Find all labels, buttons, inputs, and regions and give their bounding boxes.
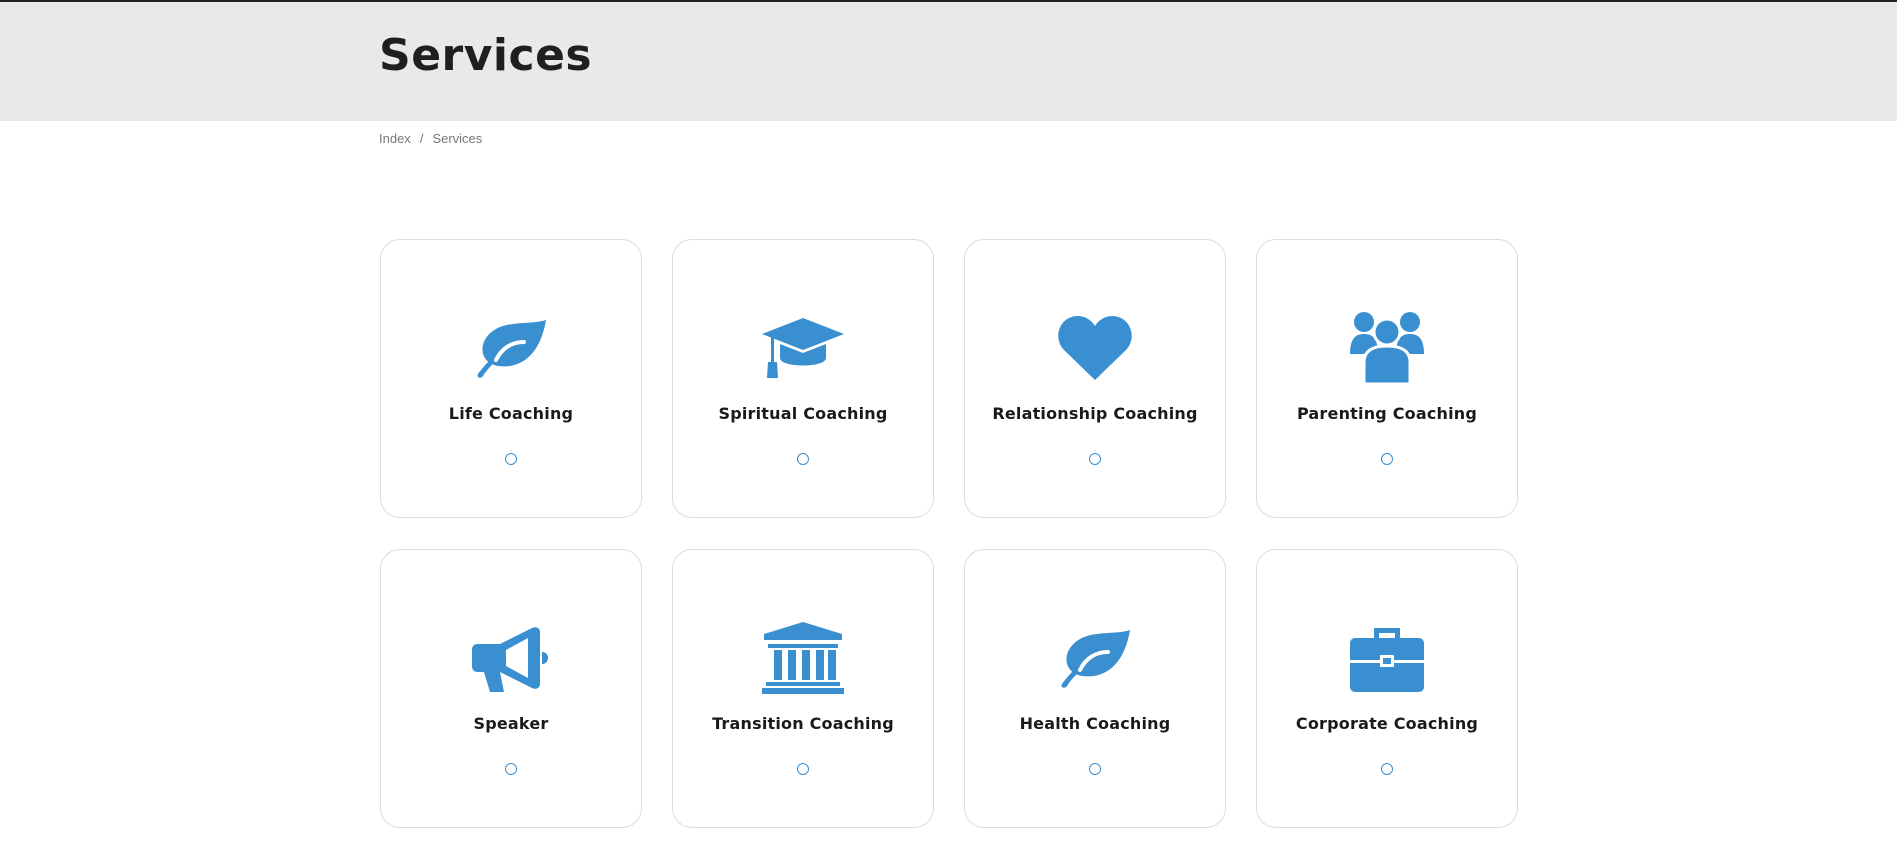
service-card-health-coaching[interactable]: Health Coaching (964, 549, 1226, 828)
megaphone-icon (470, 622, 552, 694)
service-title: Life Coaching (448, 404, 574, 423)
more-dot-button[interactable] (505, 763, 517, 775)
briefcase-icon (1346, 622, 1428, 694)
service-card-corporate-coaching[interactable]: Corporate Coaching (1256, 549, 1518, 828)
service-card-transition-coaching[interactable]: Transition Coaching (672, 549, 934, 828)
leaf-icon (1054, 622, 1136, 694)
graduation-cap-icon (762, 312, 844, 384)
page-title: Services (379, 30, 593, 81)
page-header: Services (0, 2, 1897, 121)
more-dot-button[interactable] (797, 453, 809, 465)
service-card-parenting-coaching[interactable]: Parenting Coaching (1256, 239, 1518, 518)
service-title: Speaker (473, 714, 549, 733)
service-card-speaker[interactable]: Speaker (380, 549, 642, 828)
more-dot-button[interactable] (505, 453, 517, 465)
services-grid: Life Coaching Spiritual Coaching Relatio… (380, 239, 1518, 828)
service-card-spiritual-coaching[interactable]: Spiritual Coaching (672, 239, 934, 518)
service-title: Transition Coaching (712, 714, 894, 733)
service-title: Spiritual Coaching (718, 404, 888, 423)
bank-building-icon (762, 622, 844, 694)
leaf-icon (470, 312, 552, 384)
service-title: Parenting Coaching (1296, 404, 1478, 423)
service-card-relationship-coaching[interactable]: Relationship Coaching (964, 239, 1226, 518)
breadcrumb-separator: / (419, 131, 424, 146)
users-icon (1346, 312, 1428, 384)
breadcrumb-current: Services (432, 131, 483, 146)
more-dot-button[interactable] (1089, 453, 1101, 465)
service-title: Health Coaching (1019, 714, 1171, 733)
more-dot-button[interactable] (797, 763, 809, 775)
breadcrumb-link-index[interactable]: Index (379, 131, 411, 146)
service-title: Relationship Coaching (992, 404, 1198, 423)
more-dot-button[interactable] (1381, 763, 1393, 775)
more-dot-button[interactable] (1381, 453, 1393, 465)
more-dot-button[interactable] (1089, 763, 1101, 775)
breadcrumb: Index / Services (379, 131, 482, 146)
heart-icon (1054, 312, 1136, 384)
service-card-life-coaching[interactable]: Life Coaching (380, 239, 642, 518)
service-title: Corporate Coaching (1295, 714, 1479, 733)
